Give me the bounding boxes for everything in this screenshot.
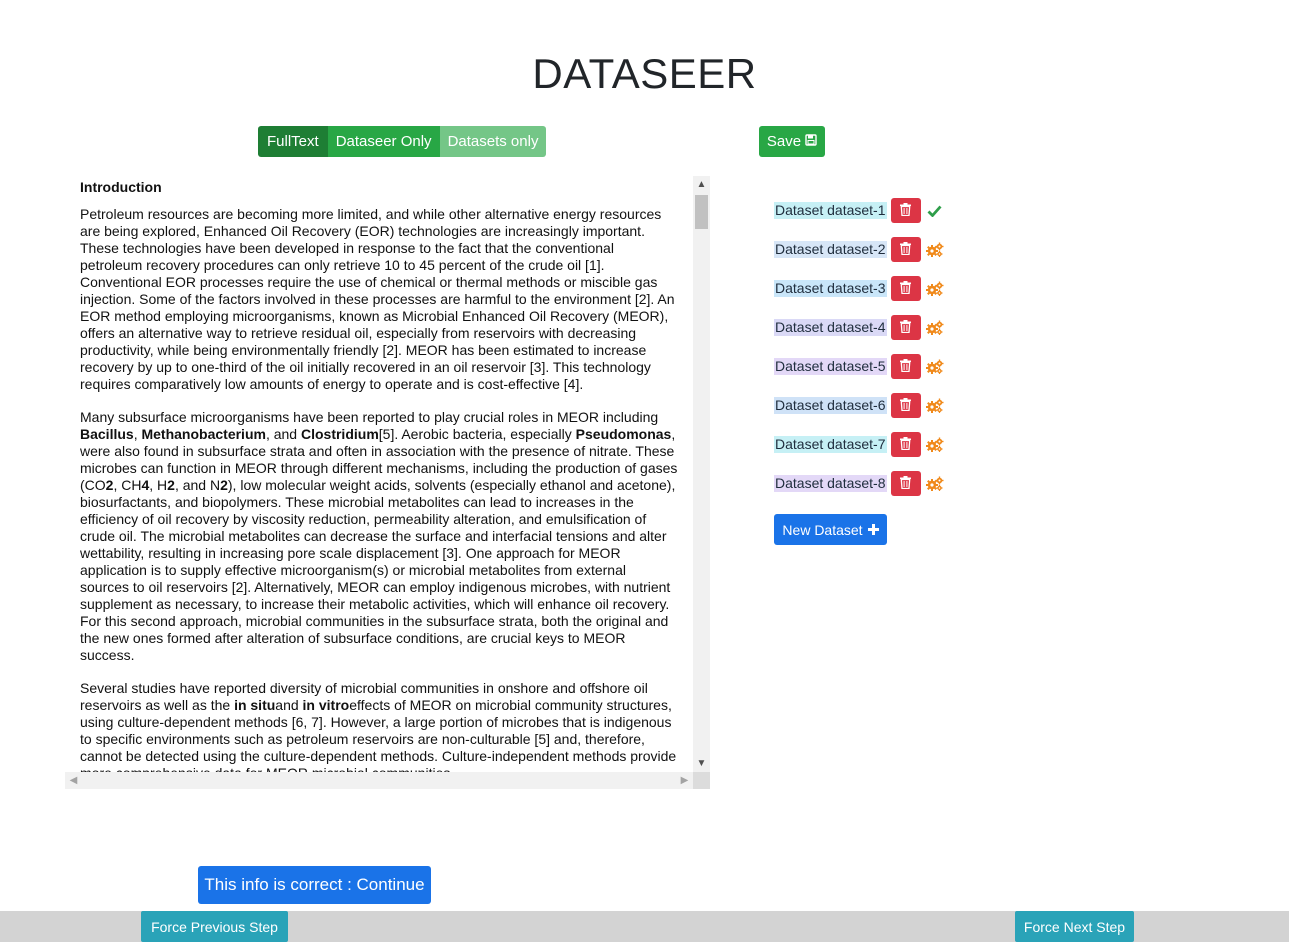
force-previous-step-button[interactable]: Force Previous Step xyxy=(141,911,288,942)
new-dataset-label: New Dataset xyxy=(782,521,863,538)
dataset-label[interactable]: Dataset dataset-4 xyxy=(774,319,887,336)
force-next-step-button[interactable]: Force Next Step xyxy=(1015,911,1134,942)
delete-dataset-button[interactable] xyxy=(890,432,921,457)
gears-icon xyxy=(925,475,944,493)
paragraph: Petroleum resources are becoming more li… xyxy=(80,206,678,393)
text-run: and xyxy=(275,697,303,713)
save-button-label: Save xyxy=(766,133,802,150)
dataset-item: Dataset dataset-8 xyxy=(774,464,1074,503)
bold-text: Clostridium xyxy=(300,426,379,442)
text-run: , and N xyxy=(174,477,221,493)
bold-text: in vitro xyxy=(302,697,350,713)
dataset-label[interactable]: Dataset dataset-2 xyxy=(774,241,887,258)
text-run: , and xyxy=(265,426,301,442)
document-panel: Introduction Petroleum resources are bec… xyxy=(65,176,710,789)
text-run: , H xyxy=(149,477,168,493)
bold-text: Methanobacterium xyxy=(141,426,266,442)
scrollbar-thumb[interactable] xyxy=(695,195,708,229)
dataset-item: Dataset dataset-6 xyxy=(774,386,1074,425)
delete-dataset-button[interactable] xyxy=(890,237,921,262)
trash-icon xyxy=(900,319,912,336)
delete-dataset-button[interactable] xyxy=(890,315,921,340)
dataset-label[interactable]: Dataset dataset-5 xyxy=(774,358,887,375)
document-content: Introduction Petroleum resources are bec… xyxy=(65,176,693,772)
new-dataset-button[interactable]: New Dataset xyxy=(774,514,887,545)
bold-text: 2 xyxy=(167,477,175,493)
text-run: [5]. Aerobic bacteria, especially xyxy=(378,426,576,442)
dataset-label[interactable]: Dataset dataset-8 xyxy=(774,475,887,492)
trash-icon xyxy=(900,241,912,258)
view-mode-datasets-only-button[interactable]: Datasets only xyxy=(439,126,547,157)
delete-dataset-button[interactable] xyxy=(890,393,921,418)
checkmark-icon xyxy=(926,202,944,220)
dataset-label[interactable]: Dataset dataset-3 xyxy=(774,280,887,297)
dataset-item: Dataset dataset-5 xyxy=(774,347,1074,386)
view-mode-group: FullText Dataseer Only Datasets only xyxy=(258,126,547,157)
trash-icon xyxy=(900,475,912,492)
trash-icon xyxy=(900,358,912,375)
scroll-up-arrow-icon[interactable]: ▲ xyxy=(693,176,710,193)
horizontal-scrollbar[interactable]: ◀ ▶ xyxy=(65,772,693,789)
paragraph: Many subsurface microorganisms have been… xyxy=(80,409,678,664)
view-mode-dataseer-only-button[interactable]: Dataseer Only xyxy=(327,126,440,157)
dataset-item: Dataset dataset-3 xyxy=(774,269,1074,308)
trash-icon xyxy=(900,436,912,453)
text-run: Many subsurface microorganisms have been… xyxy=(80,409,659,425)
dataset-item: Dataset dataset-1 xyxy=(774,191,1074,230)
paragraph: Several studies have reported diversity … xyxy=(80,680,678,772)
text-run: ), low molecular weight acids, solvents … xyxy=(80,477,676,663)
continue-button[interactable]: This info is correct : Continue xyxy=(198,866,431,904)
text-run: Petroleum resources are becoming more li… xyxy=(80,206,675,392)
vertical-scrollbar[interactable]: ▲ ▼ xyxy=(693,176,710,772)
gears-icon xyxy=(925,319,944,337)
scrollbar-corner xyxy=(693,772,710,789)
bold-text: in situ xyxy=(234,697,276,713)
trash-icon xyxy=(900,397,912,414)
view-mode-fulltext-button[interactable]: FullText xyxy=(258,126,328,157)
dataset-item: Dataset dataset-7 xyxy=(774,425,1074,464)
scroll-left-arrow-icon[interactable]: ◀ xyxy=(65,772,82,789)
delete-dataset-button[interactable] xyxy=(890,354,921,379)
text-run: , CH xyxy=(113,477,142,493)
dataset-item: Dataset dataset-2 xyxy=(774,230,1074,269)
floppy-disk-icon xyxy=(805,133,817,150)
gears-icon xyxy=(925,436,944,454)
gears-icon xyxy=(925,280,944,298)
scroll-down-arrow-icon[interactable]: ▼ xyxy=(693,755,710,772)
dataset-list: Dataset dataset-1 Dataset dataset-2 Datase… xyxy=(774,191,1074,503)
dataset-label[interactable]: Dataset dataset-6 xyxy=(774,397,887,414)
scroll-right-arrow-icon[interactable]: ▶ xyxy=(676,772,693,789)
trash-icon xyxy=(900,280,912,297)
app-title: DATASEER xyxy=(532,50,757,97)
bold-text: 2 xyxy=(220,477,228,493)
dataset-label[interactable]: Dataset dataset-7 xyxy=(774,436,887,453)
gears-icon xyxy=(925,358,944,376)
save-button[interactable]: Save xyxy=(759,126,825,157)
bold-text: Bacillus xyxy=(80,426,134,442)
delete-dataset-button[interactable] xyxy=(890,276,921,301)
delete-dataset-button[interactable] xyxy=(890,198,921,223)
dataset-label[interactable]: Dataset dataset-1 xyxy=(774,202,887,219)
section-heading: Introduction xyxy=(80,179,162,195)
gears-icon xyxy=(925,241,944,259)
plus-icon xyxy=(867,522,879,538)
trash-icon xyxy=(900,202,912,219)
gears-icon xyxy=(925,397,944,415)
delete-dataset-button[interactable] xyxy=(890,471,921,496)
bold-text: Pseudomonas xyxy=(575,426,672,442)
dataset-item: Dataset dataset-4 xyxy=(774,308,1074,347)
